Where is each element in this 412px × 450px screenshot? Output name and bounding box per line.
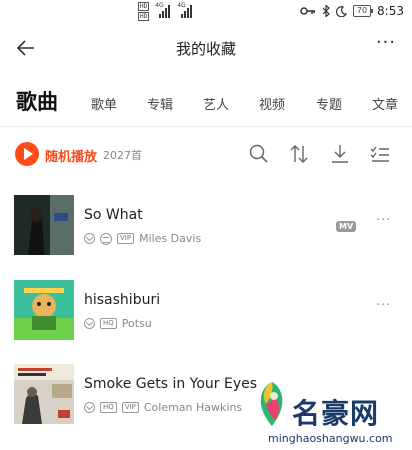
song-title: Smoke Gets in Your Eyes — [84, 376, 258, 392]
artist-name[interactable]: Potsu — [122, 317, 152, 330]
song-more-button[interactable]: ··· — [376, 298, 391, 313]
tab-songs[interactable]: 歌曲 — [16, 86, 58, 116]
artist-name[interactable]: Coleman Hawkins — [144, 401, 242, 414]
page-title: 我的收藏 — [175, 40, 236, 58]
artist-name[interactable]: Miles Davis — [139, 232, 201, 245]
hq-badge: HQ — [100, 402, 117, 413]
watermark-text: 名豪网 — [292, 397, 380, 430]
song-row[interactable]: hisashiburi HQ Potsu ··· — [0, 280, 412, 342]
clock: 8:53 — [377, 4, 404, 18]
signal-icon: 4G — [155, 2, 171, 18]
song-more-button[interactable]: ··· — [376, 213, 391, 228]
bluetooth-icon — [322, 5, 330, 17]
status-right: 70 8:53 — [300, 4, 404, 18]
tab-articles[interactable]: 文章 — [372, 94, 398, 113]
song-row[interactable]: So What VIP Miles Davis MV ··· — [0, 195, 412, 257]
tab-videos[interactable]: 视频 — [259, 94, 285, 113]
key-icon — [300, 7, 315, 15]
audio-quality-icon — [100, 232, 112, 245]
more-options-button[interactable]: ··· — [376, 34, 396, 52]
hq-badge: HQ — [100, 318, 117, 329]
vip-badge: VIP — [117, 233, 135, 244]
shuffle-play-label[interactable]: 随机播放 — [45, 146, 97, 165]
moon-icon — [335, 5, 347, 17]
category-tabs: 歌曲 歌单 专辑 艺人 视频 专题 文章 — [0, 80, 412, 122]
watermark-logo-icon — [260, 382, 283, 426]
playlist-toolbar: 随机播放 2027首 — [0, 136, 412, 172]
song-meta: VIP Miles Davis — [84, 232, 201, 245]
hd-badge: HD — [138, 12, 150, 21]
divider — [0, 126, 412, 127]
signal-icon: 4G — [177, 2, 193, 18]
album-cover — [14, 364, 74, 424]
song-title: So What — [84, 207, 143, 223]
downloaded-icon — [84, 318, 95, 329]
sort-icon[interactable] — [287, 142, 311, 166]
downloaded-icon — [84, 402, 95, 413]
vip-badge: VIP — [121, 402, 139, 413]
header: 我的收藏 ··· — [0, 26, 412, 70]
album-cover — [14, 195, 74, 255]
tab-artists[interactable]: 艺人 — [203, 94, 229, 113]
hd-badge: HD — [138, 2, 150, 11]
tab-albums[interactable]: 专辑 — [147, 94, 173, 113]
download-icon[interactable] — [328, 142, 352, 166]
search-icon[interactable] — [247, 142, 271, 166]
status-bar: HD HD 4G 4G 70 8:53 — [0, 0, 412, 24]
tab-playlists[interactable]: 歌单 — [91, 94, 117, 113]
battery-icon: 70 — [352, 5, 374, 17]
song-meta: HQ VIP Coleman Hawkins — [84, 401, 242, 414]
shuffle-play-button[interactable] — [15, 142, 39, 166]
song-meta: HQ Potsu — [84, 317, 152, 330]
mv-badge[interactable]: MV — [336, 221, 357, 232]
network-indicators: HD HD 4G 4G — [138, 2, 193, 21]
song-title: hisashiburi — [84, 292, 161, 308]
tab-topics[interactable]: 专题 — [316, 94, 342, 113]
downloaded-icon — [84, 233, 95, 244]
album-cover — [14, 280, 74, 340]
watermark-url: minghaoshangwu.com — [268, 432, 393, 445]
song-count: 2027首 — [103, 149, 142, 162]
multi-select-icon[interactable] — [368, 142, 392, 166]
